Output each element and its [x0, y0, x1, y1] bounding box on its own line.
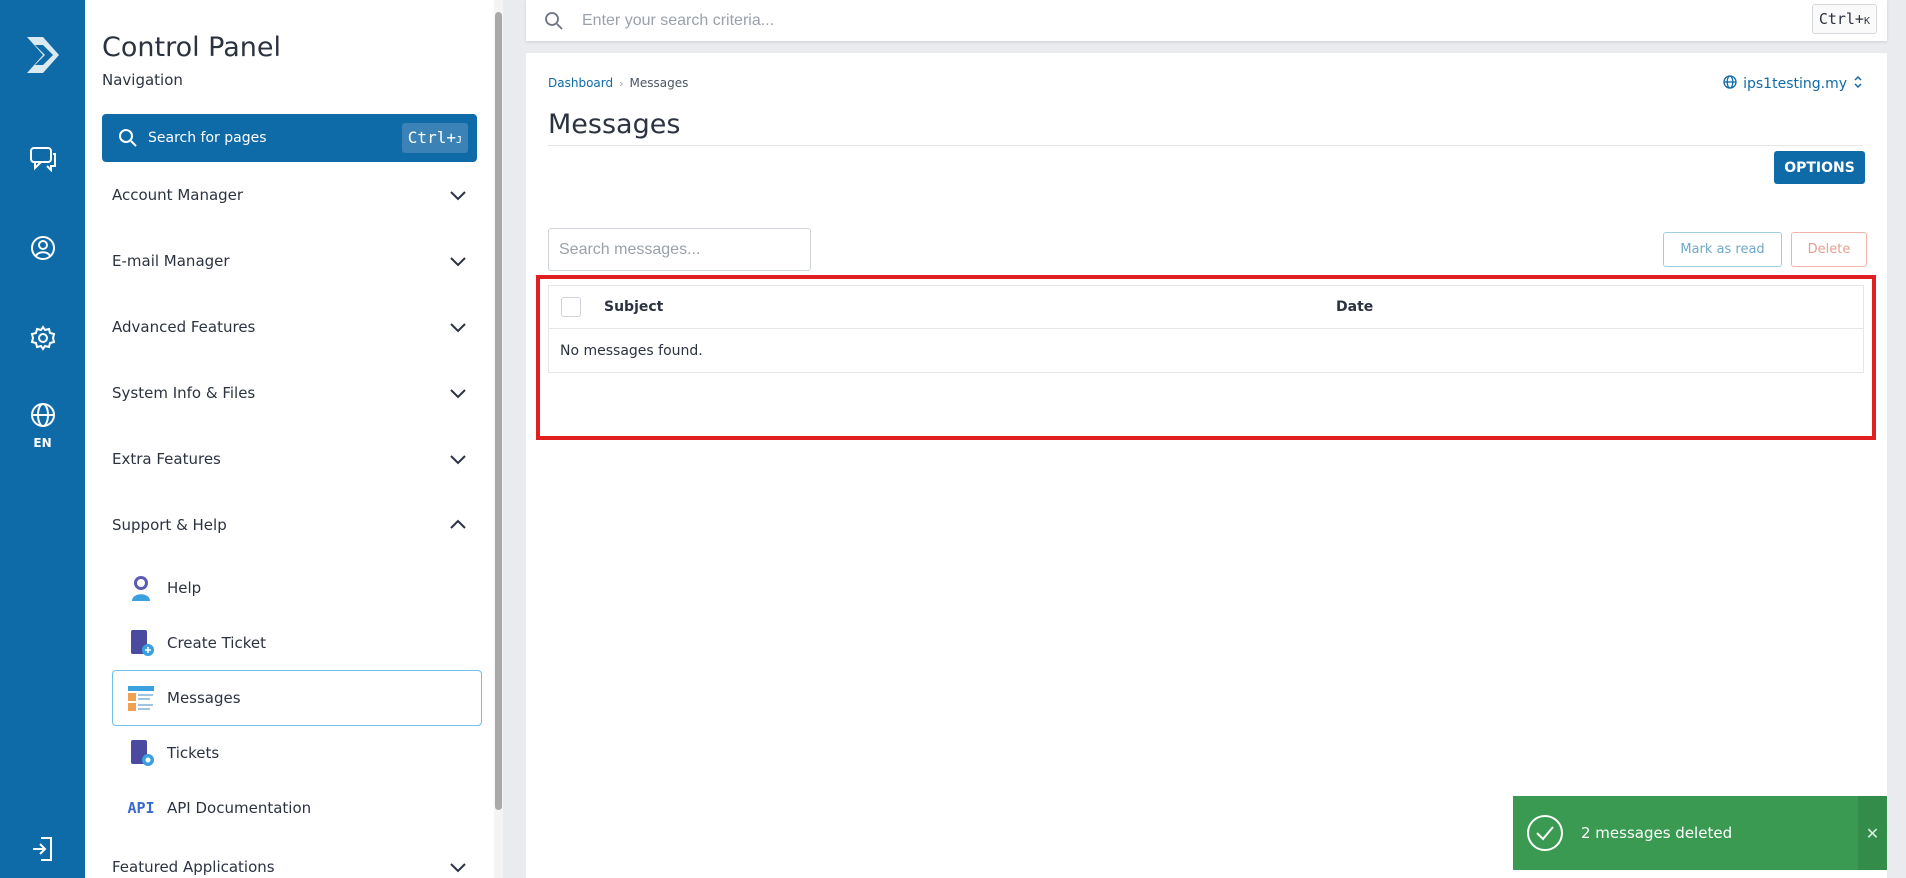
title-divider — [548, 145, 1863, 146]
globe-icon[interactable] — [0, 402, 85, 428]
search-messages-input[interactable] — [548, 228, 811, 271]
chevron-down-icon — [449, 384, 467, 403]
section-label: Featured Applications — [112, 858, 275, 876]
nav-item-label: Messages — [167, 689, 241, 707]
delete-button[interactable]: Delete — [1791, 232, 1867, 267]
chevron-logo-icon[interactable] — [0, 33, 85, 77]
chevron-down-icon — [449, 450, 467, 469]
global-search-bar: Ctrl+K — [526, 0, 1887, 41]
api-icon: API — [127, 799, 155, 817]
nav-item-help[interactable]: Help — [112, 560, 482, 616]
nav-title: Control Panel — [102, 32, 282, 63]
page-title: Messages — [548, 109, 681, 140]
nav-section-email-manager[interactable]: E-mail Manager — [112, 246, 467, 276]
chevron-down-icon — [449, 252, 467, 271]
toast-message: 2 messages deleted — [1581, 824, 1733, 842]
success-toast: 2 messages deleted ✕ — [1513, 796, 1887, 870]
scrollbar-thumb[interactable] — [495, 12, 502, 810]
mark-as-read-button[interactable]: Mark as read — [1663, 232, 1782, 267]
column-header-subject[interactable]: Subject — [604, 299, 663, 315]
nav-section-extra-features[interactable]: Extra Features — [112, 444, 467, 474]
user-circle-icon[interactable] — [0, 235, 85, 261]
check-icon — [1527, 815, 1563, 851]
options-button[interactable]: OPTIONS — [1774, 151, 1865, 184]
main-content-card: Dashboard › Messages ips1testing.my Mess… — [526, 53, 1887, 878]
ticket-icon — [127, 739, 155, 767]
search-pages-button[interactable]: Search for pages Ctrl+J — [102, 114, 477, 162]
search-icon — [118, 128, 138, 148]
nav-scrollbar[interactable] — [494, 0, 503, 878]
logout-icon[interactable] — [0, 836, 85, 862]
breadcrumb-separator: › — [619, 76, 624, 90]
shortcut-badge: Ctrl+K — [1811, 4, 1877, 34]
chevron-down-icon — [449, 858, 467, 877]
gear-icon[interactable] — [0, 325, 85, 351]
section-label: Extra Features — [112, 450, 221, 468]
chevron-updown-icon — [1853, 75, 1863, 93]
nav-section-system-info[interactable]: System Info & Files — [112, 378, 467, 408]
nav-item-label: API Documentation — [167, 799, 312, 817]
messages-icon — [127, 684, 155, 712]
globe-icon — [1723, 75, 1737, 93]
help-agent-icon — [127, 574, 155, 602]
nav-item-messages[interactable]: Messages — [112, 670, 482, 726]
domain-selector[interactable]: ips1testing.my — [1723, 75, 1863, 93]
breadcrumb-dashboard-link[interactable]: Dashboard — [548, 76, 613, 90]
breadcrumb: Dashboard › Messages — [548, 76, 688, 90]
messages-table: Subject Date No messages found. — [548, 285, 1864, 373]
section-label: Account Manager — [112, 186, 244, 204]
close-icon[interactable]: ✕ — [1858, 796, 1887, 870]
icon-rail: EN — [0, 0, 85, 878]
section-label: Support & Help — [112, 516, 227, 534]
language-label[interactable]: EN — [0, 436, 85, 450]
nav-section-featured-applications[interactable]: Featured Applications — [112, 852, 467, 878]
nav-section-support-help[interactable]: Support & Help — [112, 510, 467, 540]
chevron-up-icon — [449, 516, 467, 535]
nav-item-create-ticket[interactable]: Create Ticket — [112, 615, 482, 671]
chevron-down-icon — [449, 318, 467, 337]
chat-icon[interactable] — [0, 146, 85, 172]
breadcrumb-current: Messages — [629, 76, 689, 90]
shortcut-badge: Ctrl+J — [401, 123, 468, 153]
global-search-input[interactable] — [582, 11, 1482, 30]
nav-section-account-manager[interactable]: Account Manager — [112, 180, 467, 210]
nav-item-label: Tickets — [167, 744, 220, 762]
chevron-down-icon — [449, 186, 467, 205]
section-label: System Info & Files — [112, 384, 256, 402]
nav-item-api-documentation[interactable]: API API Documentation — [112, 780, 482, 836]
nav-subtitle: Navigation — [102, 71, 183, 89]
domain-name: ips1testing.my — [1743, 76, 1847, 92]
empty-state-text: No messages found. — [560, 342, 703, 359]
select-all-checkbox[interactable] — [561, 297, 581, 317]
section-label: E-mail Manager — [112, 252, 230, 270]
table-header: Subject Date — [549, 286, 1863, 329]
nav-item-tickets[interactable]: Tickets — [112, 725, 482, 781]
navigation-panel: Control Panel Navigation Search for page… — [85, 0, 503, 878]
section-label: Advanced Features — [112, 318, 256, 336]
ticket-add-icon — [127, 629, 155, 657]
nav-item-label: Create Ticket — [167, 634, 266, 652]
search-icon — [544, 11, 564, 31]
nav-item-label: Help — [167, 579, 202, 597]
nav-section-advanced-features[interactable]: Advanced Features — [112, 312, 467, 342]
search-pages-label: Search for pages — [148, 130, 267, 146]
column-header-date[interactable]: Date — [1336, 299, 1373, 315]
